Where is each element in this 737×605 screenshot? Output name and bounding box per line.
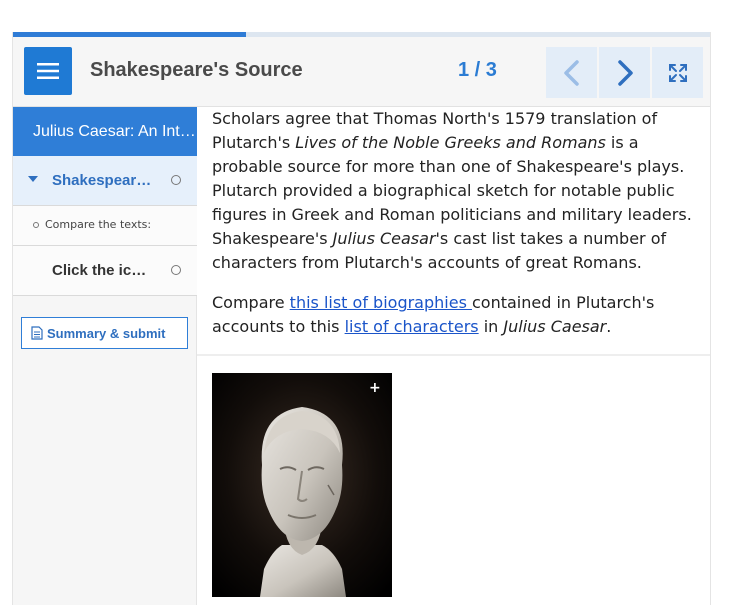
header: Shakespeare's Source 1 / 3 (13, 37, 710, 107)
bust-illustration (212, 373, 392, 597)
book-title: Lives of the Noble Greeks and Romans (295, 133, 606, 152)
sidebar-item-click-the-icons[interactable]: Click the icons (13, 246, 197, 296)
text-span: Compare (212, 293, 290, 312)
sidebar-subitem-compare-texts[interactable]: Compare the texts: (13, 206, 197, 246)
next-page-button[interactable] (599, 47, 650, 98)
summary-submit-label: Summary & submit (47, 325, 166, 341)
divider (197, 354, 710, 356)
caret-down-icon (28, 176, 38, 182)
previous-page-button[interactable] (546, 47, 597, 98)
text-span: . (606, 317, 612, 336)
main-content: Scholars agree that Thomas North's 1579 … (197, 107, 710, 605)
chevron-right-icon (617, 59, 633, 86)
chevron-left-icon (563, 59, 579, 86)
document-icon (31, 326, 43, 340)
sidebar-course-title[interactable]: Julius Caesar: An Interactive Guide (13, 107, 197, 156)
text-span: in (478, 317, 504, 336)
paragraph-compare: Compare this list of biographies contain… (212, 291, 704, 339)
sidebar: Julius Caesar: An Interactive Guide Shak… (13, 107, 197, 605)
menu-button[interactable] (24, 47, 72, 95)
paragraph-source: Scholars agree that Thomas North's 1579 … (212, 107, 704, 275)
play-title: Julius Ceasar (332, 229, 436, 248)
sidebar-item-label: Shakespeare's Source (52, 172, 152, 189)
page-counter: 1 / 3 (458, 59, 497, 81)
page-title: Shakespeare's Source (90, 59, 303, 81)
sidebar-item-label: Click the icons (52, 262, 152, 279)
bullet-icon (33, 222, 39, 228)
plus-icon[interactable]: + (369, 381, 381, 395)
characters-link[interactable]: list of characters (345, 317, 479, 336)
summary-submit-button[interactable]: Summary & submit (21, 317, 188, 349)
content-text: Scholars agree that Thomas North's 1579 … (212, 107, 704, 339)
status-circle-icon (171, 265, 181, 275)
play-title: Julius Caesar (503, 317, 607, 336)
fullscreen-expand-icon (668, 63, 687, 82)
sidebar-item-shakespeares-source[interactable]: Shakespeare's Source (13, 156, 197, 206)
fullscreen-button[interactable] (652, 47, 703, 98)
caesar-bust-image[interactable]: + (212, 373, 392, 597)
hamburger-menu-icon (37, 63, 59, 79)
app-frame: Shakespeare's Source 1 / 3 Julius Caesar… (12, 32, 711, 605)
sidebar-subitem-label: Compare the texts: (45, 218, 152, 231)
status-circle-icon (171, 175, 181, 185)
biographies-link[interactable]: this list of biographies (290, 293, 472, 312)
